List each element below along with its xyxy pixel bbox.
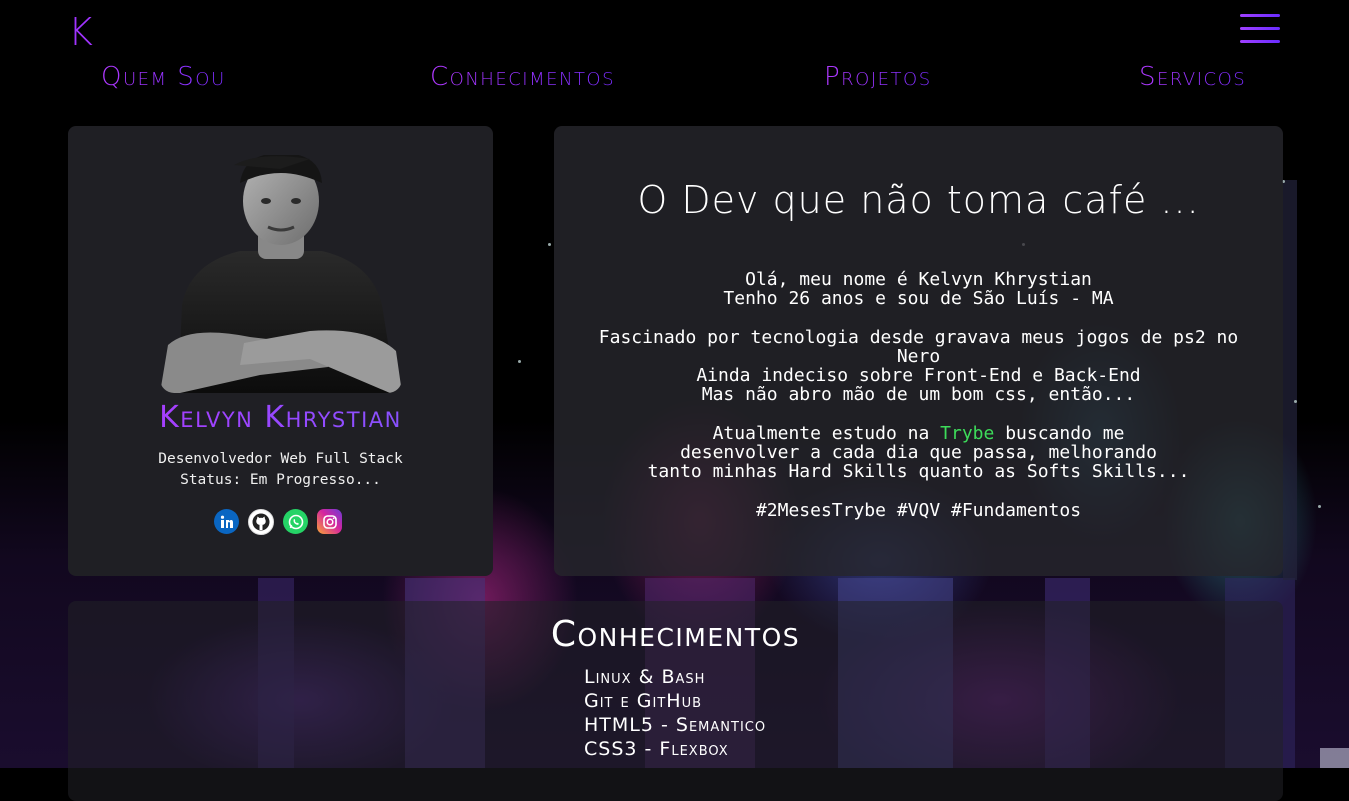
nav-link-conhecimentos[interactable]: Conhecimentos [430, 62, 615, 92]
about-line: Atualmente estudo na Trybe buscando me [574, 424, 1263, 443]
linkedin-icon[interactable] [214, 509, 239, 534]
skill-item: CSS3 - Flexbox [584, 738, 729, 760]
skill-item: HTML5 - Semantico [584, 714, 767, 736]
about-line: Tenho 26 anos e sou de São Luís - MA [723, 288, 1114, 310]
skill-item: Linux & Bash [584, 666, 706, 688]
about-tags: #2MesesTrybe #VQV #Fundamentos [755, 499, 1082, 521]
profile-status: Status: Em Progresso... [180, 472, 381, 488]
about-title: O Dev que não toma café ... [637, 178, 1200, 222]
nav-link-quem-sou[interactable]: Quem Sou [101, 62, 226, 92]
site-logo[interactable]: K [68, 10, 94, 54]
about-line: desenvolver a cada dia que passa, melhor… [680, 442, 1157, 464]
about-line: Fascinado por tecnologia desde gravava m… [598, 326, 1239, 367]
about-text: Olá, meu nome é Kelvyn Khrystian Tenho 2… [574, 270, 1263, 520]
about-line: Ainda indeciso sobre Front-End e Back-En… [696, 365, 1141, 387]
whatsapp-icon[interactable] [283, 509, 308, 534]
menu-bar [1240, 14, 1280, 17]
about-line: tanto minhas Hard Skills quanto as Softs… [647, 461, 1190, 483]
social-links [214, 509, 342, 535]
skill-item: Git e GitHub [584, 690, 703, 712]
hamburger-menu-button[interactable] [1240, 14, 1280, 46]
profile-role: Desenvolvedor Web Full Stack [158, 451, 403, 467]
trybe-highlight: Trybe [940, 422, 995, 444]
avatar [160, 155, 402, 393]
about-line-text: Atualmente estudo na [712, 422, 941, 444]
nav-link-projetos[interactable]: Projetos [824, 62, 932, 92]
about-line: Olá, meu nome é Kelvyn Khrystian [745, 269, 1092, 290]
menu-bar [1240, 40, 1280, 43]
github-icon[interactable] [248, 509, 274, 535]
skills-title: Conhecimentos [550, 614, 801, 655]
about-line: Mas não abro mão de um bom css, então... [701, 384, 1136, 406]
instagram-icon[interactable] [317, 509, 342, 534]
nav-link-servicos[interactable]: Servicos [1139, 62, 1246, 92]
menu-bar [1240, 27, 1280, 30]
about-line-text: buscando me [994, 422, 1125, 444]
profile-name: Kelvyn Khrystian [68, 400, 493, 435]
